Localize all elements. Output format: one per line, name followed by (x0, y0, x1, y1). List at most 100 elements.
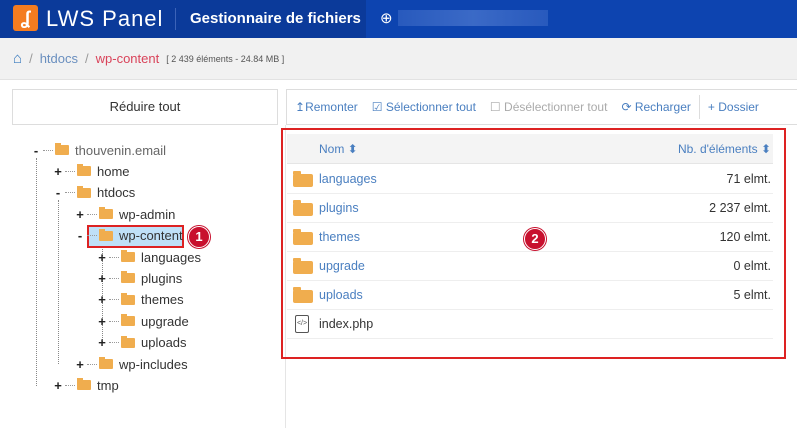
breadcrumb-separator: / (29, 51, 33, 66)
tree-node-label: languages (141, 249, 201, 265)
reload-button[interactable]: ⟳ Recharger (621, 100, 690, 114)
checkbox-checked-icon: ☑ (371, 100, 383, 114)
tree-node[interactable]: + tmp (53, 375, 118, 395)
tree-node[interactable]: - wp-content (75, 226, 183, 246)
expand-icon[interactable]: + (97, 292, 107, 307)
tree-node[interactable]: + themes (97, 290, 184, 310)
element-count: 71 elmt. (726, 172, 771, 186)
page-title: Gestionnaire de fichiers (190, 10, 361, 27)
element-count: 2 237 elmt. (709, 201, 771, 215)
annotation-badge-1: 1 (188, 226, 210, 248)
expand-icon[interactable]: + (97, 314, 107, 329)
table-row[interactable]: plugins 2 237 elmt. (287, 194, 773, 223)
tree-node-label: htdocs (97, 185, 136, 201)
file-toolbar: ↥Remonter ☑ Sélectionner tout ☐ Désélect… (286, 89, 797, 125)
tree-connector (109, 320, 119, 322)
tree-node[interactable]: + uploads (97, 333, 187, 353)
brand-name: LWS Panel (46, 6, 164, 31)
element-count: 120 elmt. (719, 230, 771, 244)
breadcrumb: ⌂ / htdocs / wp-content [ 2 439 éléments… (0, 38, 797, 80)
home-icon[interactable]: ⌂ (13, 50, 22, 67)
globe-icon[interactable]: ⊕ (380, 9, 393, 27)
arrow-up-icon: ↥ (295, 100, 306, 114)
collapse-icon[interactable]: - (53, 185, 63, 200)
file-name[interactable]: plugins (319, 201, 359, 215)
folder-icon (293, 287, 313, 303)
tree-node-label: plugins (141, 270, 183, 286)
tree-node-label: themes (141, 292, 184, 308)
file-name[interactable]: uploads (319, 288, 363, 302)
tree-node[interactable]: + upgrade (97, 311, 189, 331)
select-all-button[interactable]: ☑ Sélectionner tout (372, 100, 476, 114)
tree-node-label: wp-includes (119, 356, 188, 372)
sort-by-count[interactable]: Nb. d'éléments ⬍ (678, 142, 771, 156)
expand-icon[interactable]: + (97, 335, 107, 350)
sort-by-name[interactable]: Nom ⬍ (319, 142, 358, 156)
tree-node[interactable]: + wp-includes (75, 354, 188, 374)
tree-connector (65, 170, 75, 172)
file-name[interactable]: index.php (319, 317, 373, 331)
tree-node[interactable]: - thouvenin.email (31, 140, 166, 160)
tree-node[interactable]: + wp-admin (75, 204, 175, 224)
tree-connector (65, 192, 75, 194)
tree-node[interactable]: + plugins (97, 268, 182, 288)
folder-icon (99, 228, 113, 241)
folder-icon (121, 335, 135, 348)
tree-connector (87, 235, 97, 237)
tree-node-label: uploads (141, 335, 187, 351)
element-count: 0 elmt. (733, 259, 771, 273)
folder-info: [ 2 439 éléments - 24.84 MB ] (166, 53, 285, 64)
tree-node[interactable]: + languages (97, 247, 201, 267)
tree-node-label: wp-content (119, 228, 183, 244)
refresh-icon: ⟳ (621, 100, 632, 114)
collapse-icon[interactable]: - (75, 228, 85, 243)
table-row[interactable]: </> index.php (287, 310, 773, 339)
deselect-all-button[interactable]: ☐ Désélectionner tout (490, 100, 608, 114)
expand-icon[interactable]: + (97, 271, 107, 286)
expand-icon[interactable]: + (53, 164, 63, 179)
tree-connector (87, 363, 97, 365)
folder-icon (77, 185, 91, 198)
up-button[interactable]: ↥Remonter (295, 100, 358, 114)
tree-node-label: home (97, 163, 130, 179)
checkbox-empty-icon: ☐ (489, 100, 501, 114)
tree-guide (58, 200, 59, 364)
new-folder-button[interactable]: + Dossier (708, 100, 759, 114)
file-name[interactable]: languages (319, 172, 377, 186)
tree-node-label: wp-admin (119, 206, 176, 222)
collapse-all-button[interactable]: Réduire tout (12, 89, 278, 125)
table-row[interactable]: upgrade 0 elmt. (287, 252, 773, 281)
tree-connector (109, 256, 119, 258)
expand-icon[interactable]: + (53, 378, 63, 393)
table-header: Nom ⬍ Nb. d'éléments ⬍ (287, 134, 773, 164)
folder-icon (293, 171, 313, 187)
tree-node[interactable]: + home (53, 161, 130, 181)
folder-icon (77, 378, 91, 391)
header-divider (175, 8, 176, 30)
table-row[interactable]: languages 71 elmt. (287, 165, 773, 194)
breadcrumb-separator: / (85, 51, 89, 66)
expand-icon[interactable]: + (75, 357, 85, 372)
element-count: 5 elmt. (733, 288, 771, 302)
code-file-icon: </> (295, 315, 309, 333)
expand-icon[interactable]: + (97, 250, 107, 265)
toolbar-divider (698, 95, 700, 119)
folder-icon (99, 357, 113, 369)
table-row[interactable]: uploads 5 elmt. (287, 281, 773, 310)
tree-node-label: thouvenin.email (75, 142, 167, 158)
collapse-icon[interactable]: - (31, 143, 41, 158)
tree-node-label: upgrade (141, 313, 189, 329)
tree-connector (109, 299, 119, 301)
folder-icon (121, 271, 135, 284)
breadcrumb-current[interactable]: wp-content (96, 51, 160, 66)
folder-icon (293, 200, 313, 216)
expand-icon[interactable]: + (75, 207, 85, 222)
file-name[interactable]: themes (319, 230, 360, 244)
breadcrumb-htdocs[interactable]: htdocs (40, 51, 78, 66)
folder-icon (55, 143, 69, 155)
tree-node[interactable]: - htdocs (53, 183, 135, 203)
file-name[interactable]: upgrade (319, 259, 365, 273)
folder-icon (121, 250, 135, 262)
lws-logo-icon[interactable]: ʆ (13, 5, 38, 31)
folder-icon (77, 164, 91, 177)
